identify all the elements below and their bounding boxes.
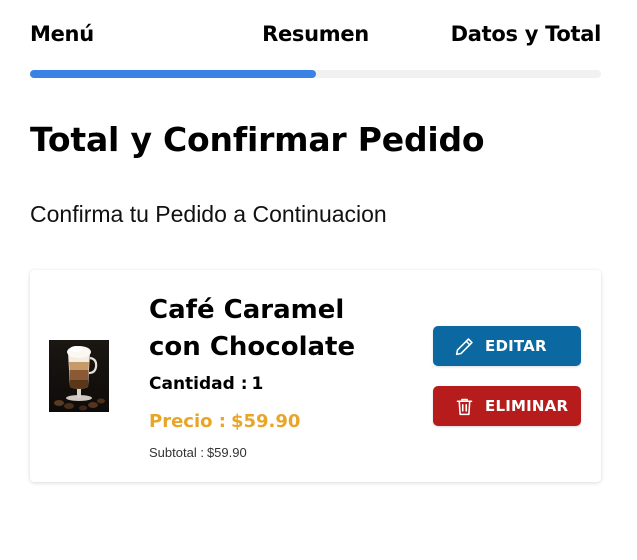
subtotal-label: Subtotal :: [149, 445, 204, 460]
delete-button[interactable]: ELIMINAR: [433, 386, 581, 426]
price-line: Precio : $59.90: [149, 411, 300, 432]
step-menu[interactable]: Menú: [30, 22, 94, 46]
order-item-card: Café Caramel con Chocolate Cantidad :1 P…: [30, 270, 601, 482]
progress-track: [30, 70, 601, 78]
quantity-value: 1: [251, 374, 264, 394]
coffee-glass-image: [49, 340, 109, 412]
price-label: Precio :: [149, 411, 226, 432]
price-value: $59.90: [230, 411, 301, 432]
page-subtitle: Confirma tu Pedido a Continuacion: [30, 201, 387, 227]
subtotal-line: Subtotal : $59.90: [149, 445, 247, 460]
pencil-icon: [454, 336, 475, 357]
order-summary-page: Menú Resumen Datos y Total Total y Confi…: [0, 0, 637, 560]
product-name: Café Caramel con Chocolate: [149, 295, 356, 362]
edit-button[interactable]: EDITAR: [433, 326, 581, 366]
delete-button-label: ELIMINAR: [485, 397, 569, 415]
quantity-line: Cantidad :1: [149, 374, 263, 394]
edit-button-label: EDITAR: [485, 337, 547, 355]
checkout-stepper: Menú Resumen Datos y Total: [30, 20, 601, 52]
progress-fill: [30, 70, 316, 78]
page-title: Total y Confirmar Pedido: [30, 120, 485, 159]
trash-icon: [454, 396, 475, 417]
step-resumen[interactable]: Resumen: [262, 22, 369, 46]
subtotal-value: $59.90: [206, 445, 247, 460]
step-datos-total[interactable]: Datos y Total: [451, 22, 602, 46]
quantity-label: Cantidad :: [149, 374, 248, 394]
